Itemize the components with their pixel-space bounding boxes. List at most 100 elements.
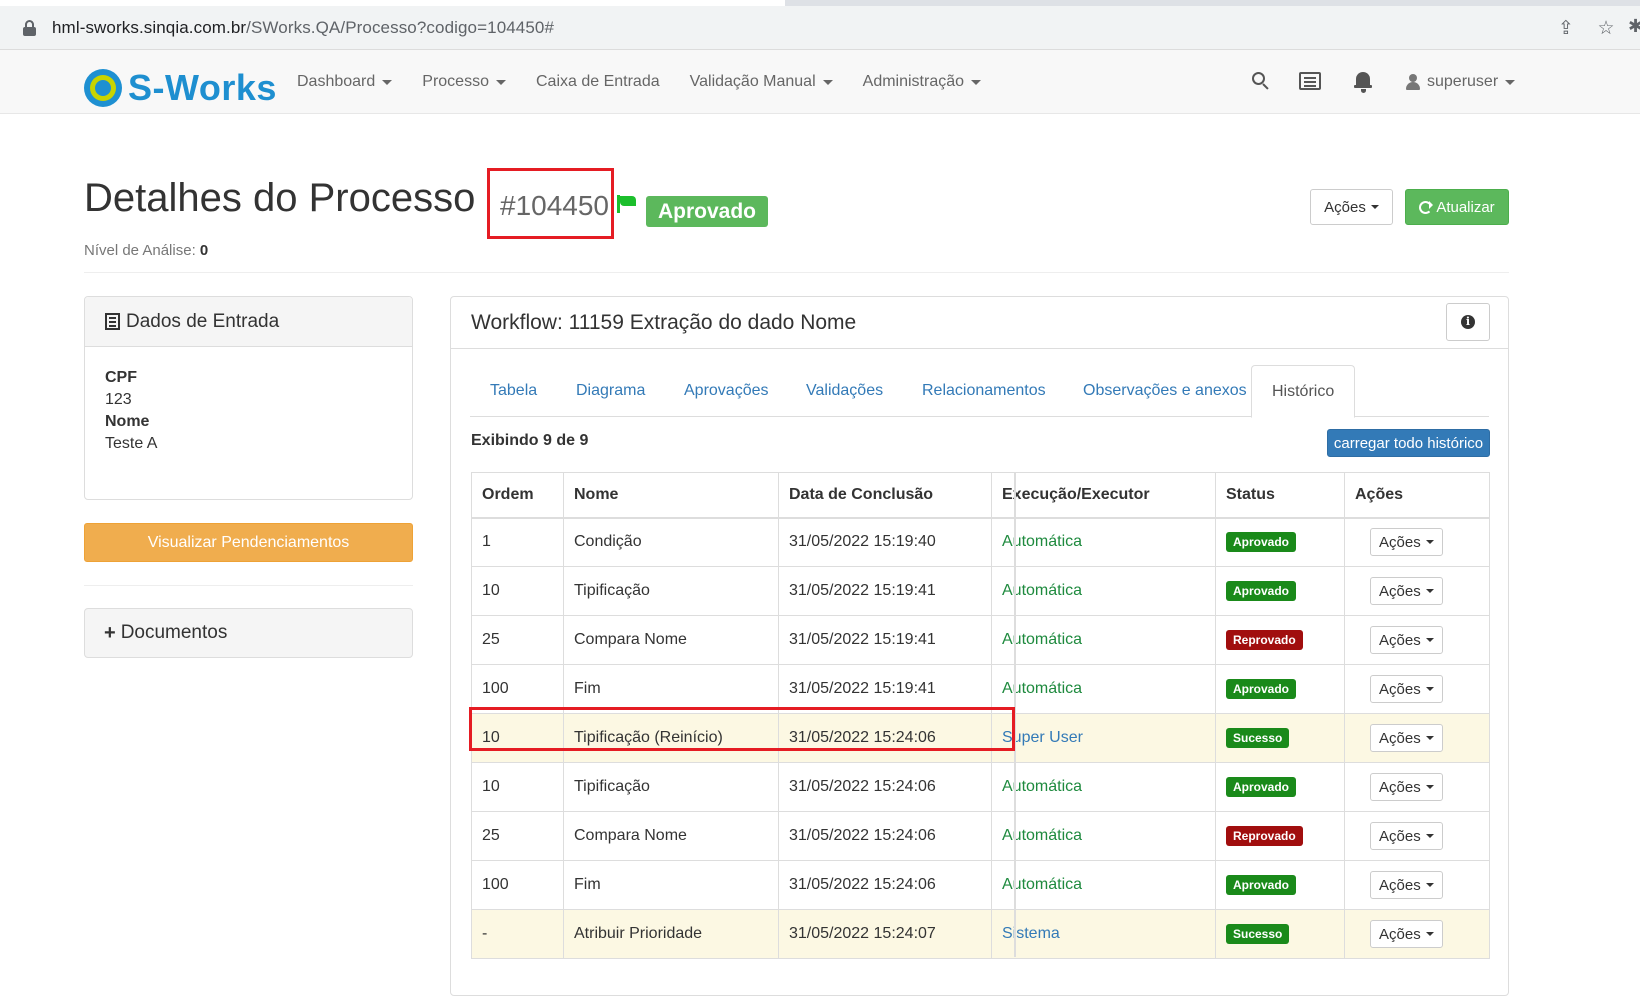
extension-icon[interactable]: ✱ [1628, 16, 1640, 37]
cell-status: Aprovado [1215, 762, 1345, 812]
tab-relacionamentos[interactable]: Relacionamentos [902, 365, 1066, 417]
nav-dashboard[interactable]: Dashboard [297, 73, 393, 91]
url-text[interactable]: hml-sworks.sinqia.com.br/SWorks.QA/Proce… [52, 18, 554, 38]
tab-historico[interactable]: Histórico [1251, 365, 1356, 418]
tab-tabela[interactable]: Tabela [470, 365, 557, 417]
list-alt-icon [105, 313, 120, 330]
browser-toolbar: hml-sworks.sinqia.com.br/SWorks.QA/Proce… [0, 0, 1640, 50]
cell-acoes: Ações [1344, 762, 1490, 812]
field-value-cpf: 123 [105, 391, 132, 408]
nav-caixa-entrada-label: Caixa de Entrada [535, 73, 660, 90]
active-browser-tab[interactable] [0, 0, 785, 6]
row-acoes-label: Ações [1379, 778, 1421, 796]
row-acoes-label: Ações [1379, 876, 1421, 894]
col-nome: Nome [563, 472, 779, 519]
tab-diagrama[interactable]: Diagrama [556, 365, 665, 417]
carregar-historico-button[interactable]: carregar todo histórico [1327, 429, 1490, 457]
acoes-label: Ações [1324, 198, 1366, 216]
bell-icon[interactable] [1354, 71, 1372, 93]
share-icon[interactable]: ⇪ [1546, 17, 1586, 40]
cell-acoes: Ações [1344, 566, 1490, 616]
user-menu[interactable]: superuser [1405, 50, 1516, 114]
cell-status: Reprovado [1215, 615, 1345, 665]
cell-status: Aprovado [1215, 566, 1345, 616]
info-button[interactable]: i [1446, 303, 1490, 341]
row-acoes-button[interactable]: Ações [1370, 920, 1443, 948]
page-title: Detalhes do Processo [84, 176, 476, 220]
caret-down-icon [1425, 834, 1434, 838]
caret-down-icon [1370, 205, 1379, 209]
cell-ordem: 100 [471, 664, 564, 714]
atualizar-label: Atualizar [1436, 198, 1495, 216]
acoes-dropdown-button[interactable]: Ações [1310, 189, 1393, 225]
caret-down-icon [971, 79, 982, 85]
tab-validacoes[interactable]: Validações [786, 365, 903, 417]
flag-icon [617, 195, 637, 213]
row-acoes-button[interactable]: Ações [1370, 577, 1443, 605]
list-icon[interactable] [1299, 72, 1321, 90]
dados-entrada-heading: Dados de Entrada [85, 297, 412, 347]
caret-down-icon [1425, 638, 1434, 642]
workflow-tabs: Tabela Diagrama Aprovações Validações Re… [470, 365, 1489, 418]
cell-ordem: 10 [471, 713, 564, 763]
brand-logo[interactable]: S-Works [84, 67, 277, 109]
cell-acoes: Ações [1344, 811, 1490, 861]
field-label-cpf: CPF [105, 369, 137, 386]
caret-down-icon [1425, 687, 1434, 691]
status-badge: Aprovado [1226, 875, 1297, 895]
cell-data: 31/05/2022 15:24:06 [778, 762, 992, 812]
row-acoes-button[interactable]: Ações [1370, 822, 1443, 850]
cell-data: 31/05/2022 15:19:41 [778, 664, 992, 714]
table-row: 1 Condição 31/05/2022 15:19:40 Automátic… [471, 517, 1490, 567]
cell-data: 31/05/2022 15:24:06 [778, 713, 992, 763]
status-badge: Reprovado [1226, 630, 1303, 650]
row-acoes-button[interactable]: Ações [1370, 773, 1443, 801]
row-acoes-button[interactable]: Ações [1370, 724, 1443, 752]
url-path: /SWorks.QA/Processo?codigo=104450# [246, 18, 555, 37]
col-acoes: Ações [1344, 472, 1490, 519]
row-acoes-button[interactable]: Ações [1370, 528, 1443, 557]
bookmark-star-icon[interactable]: ☆ [1586, 17, 1626, 40]
cell-executor: Automática [991, 811, 1216, 861]
cell-acoes: Ações [1344, 713, 1490, 763]
cell-status: Aprovado [1215, 860, 1345, 910]
row-acoes-button[interactable]: Ações [1370, 626, 1443, 654]
lock-icon[interactable] [22, 20, 38, 36]
nav-processo[interactable]: Processo [422, 73, 506, 91]
user-icon [1405, 74, 1421, 90]
nav-processo-label: Processo [422, 73, 489, 90]
cell-acoes: Ações [1344, 909, 1490, 959]
tab-observacoes-anexos[interactable]: Observações e anexos [1063, 365, 1267, 417]
row-acoes-label: Ações [1379, 827, 1421, 845]
cell-data: 31/05/2022 15:24:06 [778, 811, 992, 861]
cell-ordem: 25 [471, 811, 564, 861]
exibindo-count: Exibindo 9 de 9 [471, 432, 589, 449]
nav-administracao[interactable]: Administração [863, 73, 982, 91]
cell-executor[interactable]: Super User [991, 713, 1216, 763]
documentos-panel[interactable]: + Documentos [84, 608, 413, 658]
visualizar-pendenciamentos-button[interactable]: Visualizar Pendenciamentos [84, 523, 413, 562]
user-name: superuser [1427, 73, 1499, 90]
cell-data: 31/05/2022 15:19:41 [778, 566, 992, 616]
row-acoes-button[interactable]: Ações [1370, 871, 1443, 899]
caret-down-icon [495, 79, 506, 85]
process-status-badge: Aprovado [646, 196, 769, 227]
nav-validacao-manual[interactable]: Validação Manual [690, 73, 833, 91]
col-data-conclusao: Data de Conclusão [778, 472, 992, 519]
cell-nome: Atribuir Prioridade [563, 909, 779, 959]
caret-down-icon [1425, 589, 1434, 593]
tab-aprovacoes[interactable]: Aprovações [664, 365, 789, 417]
process-id: #104450 [500, 190, 610, 221]
column-separator [1014, 472, 1016, 957]
nav-caixa-entrada[interactable]: Caixa de Entrada [536, 73, 660, 91]
cell-status: Reprovado [1215, 811, 1345, 861]
cell-executor: Automática [991, 762, 1216, 812]
atualizar-button[interactable]: Atualizar [1405, 189, 1509, 225]
cell-acoes: Ações [1344, 664, 1490, 714]
row-acoes-button[interactable]: Ações [1370, 675, 1443, 703]
address-bar[interactable]: hml-sworks.sinqia.com.br/SWorks.QA/Proce… [6, 10, 1626, 46]
table-row: 25 Compara Nome 31/05/2022 15:19:41 Auto… [471, 615, 1490, 665]
cell-executor[interactable]: Sistema [991, 909, 1216, 959]
search-icon[interactable] [1252, 72, 1270, 90]
caret-down-icon [1425, 540, 1434, 545]
